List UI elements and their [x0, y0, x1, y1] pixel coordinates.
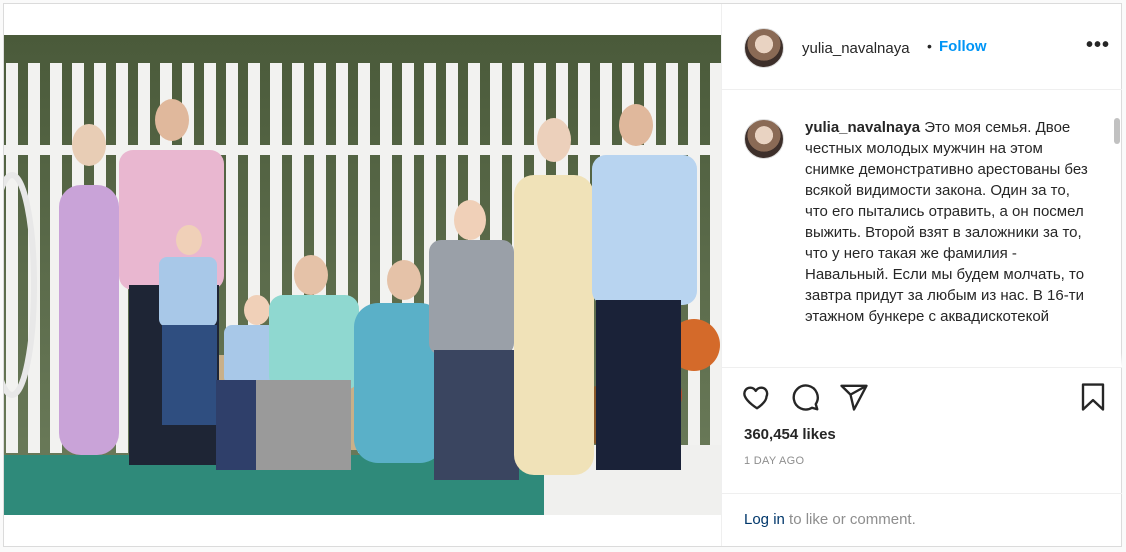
comments-scrollbar[interactable] [1114, 118, 1120, 144]
caption-author-avatar[interactable] [744, 119, 784, 159]
post-photo[interactable] [4, 4, 721, 546]
author-username[interactable]: yulia_navalnaya [802, 40, 910, 57]
caption-username[interactable]: yulia_navalnaya [805, 119, 920, 136]
post-actions: 360,454 likes 1 DAY AGO [722, 367, 1122, 493]
post-header: yulia_navalnaya • Follow ••• [722, 4, 1122, 90]
follow-button[interactable]: Follow [939, 38, 987, 55]
post-card: yulia_navalnaya • Follow ••• yulia_naval… [3, 3, 1122, 547]
login-prompt: Log in to like or comment. [722, 493, 1122, 546]
bookmark-icon[interactable] [1078, 382, 1108, 412]
paper-plane-icon[interactable] [839, 382, 869, 412]
separator-dot: • [927, 38, 932, 54]
author-avatar[interactable] [744, 28, 784, 68]
comments-fade [722, 353, 1122, 367]
login-prompt-text: to like or comment. [784, 511, 916, 528]
heart-icon[interactable] [742, 382, 772, 412]
likes-count[interactable]: 360,454 likes [744, 426, 836, 443]
post-caption: yulia_navalnaya Это моя семья. Двое чест… [805, 117, 1088, 327]
comments-area[interactable]: yulia_navalnaya Это моя семья. Двое чест… [722, 91, 1122, 367]
post-timestamp[interactable]: 1 DAY AGO [744, 455, 804, 467]
family-photo-image [4, 35, 721, 515]
caption-text: Это моя семья. Двое честных молодых мужч… [805, 119, 1088, 325]
comment-bubble-icon[interactable] [790, 382, 820, 412]
more-options-icon[interactable]: ••• [1086, 34, 1110, 57]
post-sidebar: yulia_navalnaya • Follow ••• yulia_naval… [721, 4, 1122, 546]
login-link[interactable]: Log in [744, 511, 785, 528]
